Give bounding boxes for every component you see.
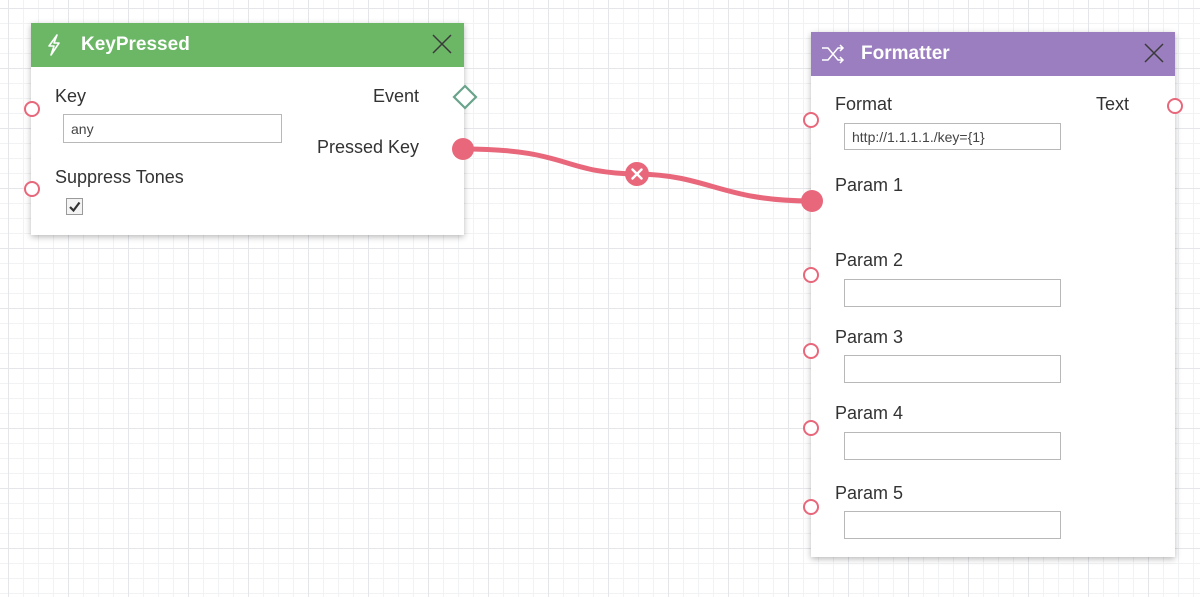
key-input-port[interactable]: [24, 101, 40, 117]
param-3-input-port[interactable]: [803, 343, 819, 359]
param-3-input[interactable]: [844, 355, 1061, 383]
keypressed-header[interactable]: KeyPressed: [31, 23, 464, 67]
formatter-header[interactable]: Formatter: [811, 32, 1175, 76]
text-output-label: Text: [1095, 94, 1129, 114]
checkmark-icon: [69, 201, 81, 213]
keypressed-title: KeyPressed: [81, 34, 190, 55]
param-4-label: Param 4: [835, 403, 904, 423]
param-2-input[interactable]: [844, 279, 1061, 307]
param-1-label: Param 1: [835, 175, 904, 195]
key-label: Key: [55, 86, 87, 106]
close-icon[interactable]: [429, 31, 455, 57]
suppress-tones-label: Suppress Tones: [55, 167, 184, 187]
delete-connection-button[interactable]: [625, 162, 649, 186]
format-input-port[interactable]: [803, 112, 819, 128]
suppress-tones-input-port[interactable]: [24, 181, 40, 197]
param-2-input-port[interactable]: [803, 267, 819, 283]
param-4-input[interactable]: [844, 432, 1061, 460]
event-output-label: Event: [372, 86, 419, 106]
shuffle-icon: [822, 44, 845, 64]
key-input[interactable]: [63, 114, 282, 143]
keypressed-node[interactable]: KeyPressed Key Suppress Tones Event Pres…: [31, 23, 464, 235]
param-5-label: Param 5: [835, 483, 904, 503]
lightning-icon: [48, 34, 60, 56]
format-input[interactable]: [844, 123, 1061, 150]
close-icon: [631, 168, 643, 180]
param-5-input[interactable]: [844, 511, 1061, 539]
format-label: Format: [835, 94, 893, 114]
pressed-key-output-label: Pressed Key: [316, 137, 419, 157]
param-2-label: Param 2: [835, 250, 904, 270]
text-output-port[interactable]: [1167, 98, 1183, 114]
param-1-input-port[interactable]: [801, 190, 823, 212]
close-icon[interactable]: [1141, 40, 1167, 66]
suppress-tones-checkbox[interactable]: [66, 198, 83, 215]
formatter-node[interactable]: Formatter Format Text Param 1 Param 2 Pa…: [811, 32, 1175, 557]
pressed-key-output-port[interactable]: [452, 138, 474, 160]
event-output-port[interactable]: [451, 83, 479, 111]
param-3-label: Param 3: [835, 327, 904, 347]
param-4-input-port[interactable]: [803, 420, 819, 436]
formatter-title: Formatter: [861, 43, 950, 64]
param-5-input-port[interactable]: [803, 499, 819, 515]
